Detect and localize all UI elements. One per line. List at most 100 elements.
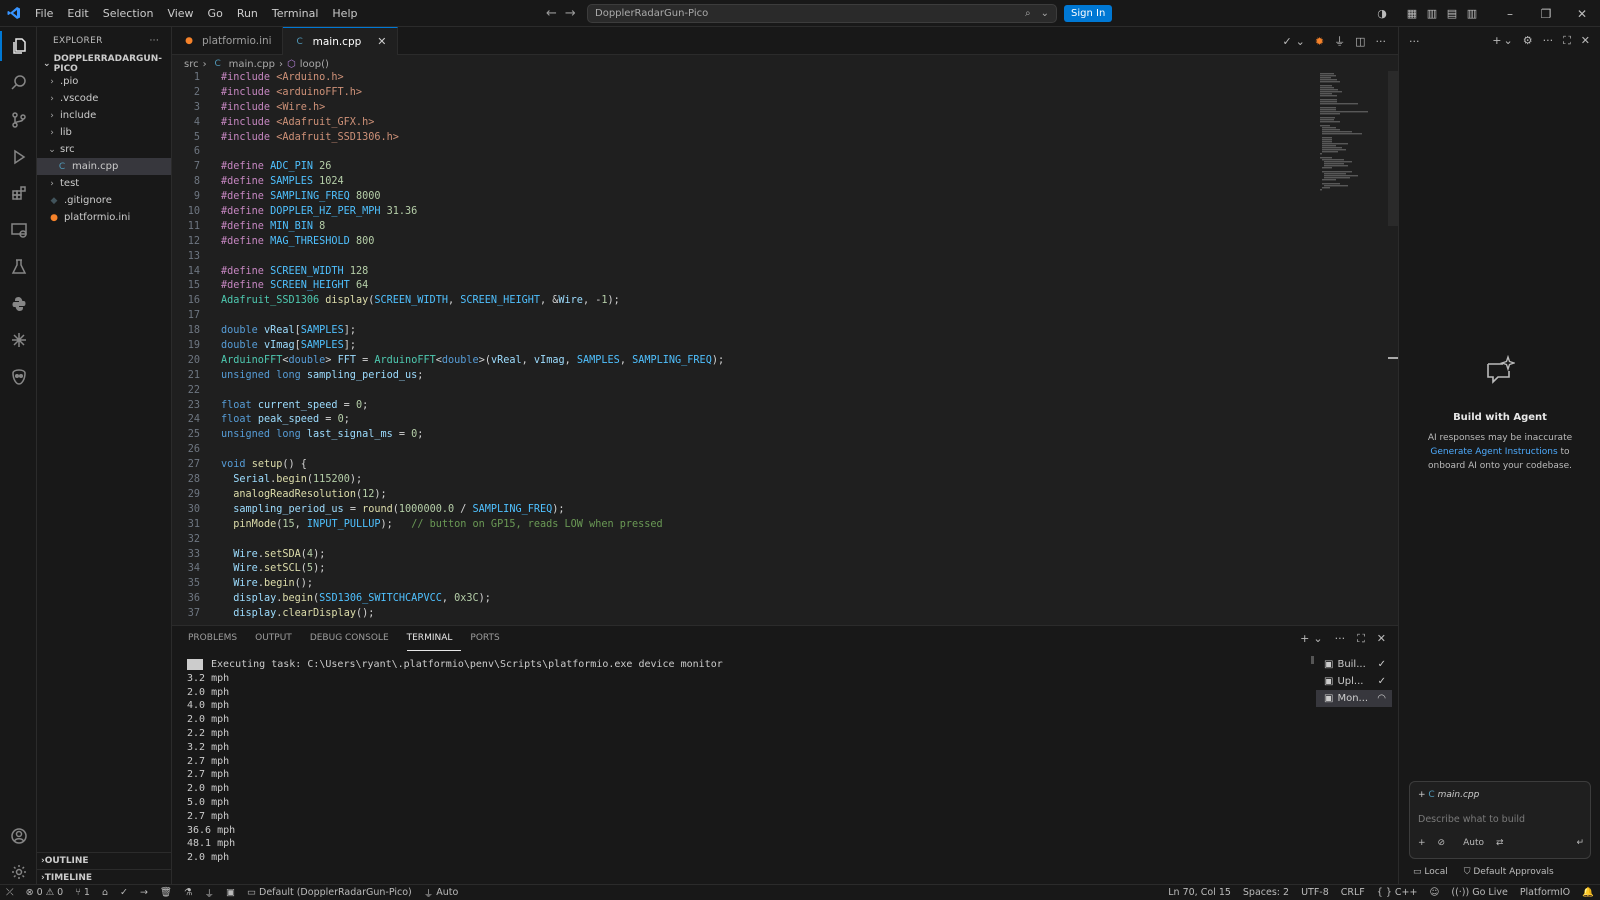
python-icon[interactable] — [0, 289, 37, 319]
platformio-status[interactable]: PlatformIO — [1514, 887, 1576, 898]
test-flask-icon[interactable]: ⚗ — [178, 887, 199, 898]
tree-item-pio[interactable]: › .pio — [37, 73, 171, 90]
new-terminal-icon[interactable]: + — [1300, 632, 1309, 645]
menu-run[interactable]: Run — [230, 0, 265, 27]
more-actions-icon[interactable]: ··· — [1376, 35, 1387, 48]
platformio-build-icon[interactable]: ✹ — [1315, 35, 1324, 48]
menu-go[interactable]: Go — [201, 0, 230, 27]
env-selector[interactable]: ▭ Default (DopplerRadarGun-Pico) — [241, 887, 418, 898]
terminal-tab[interactable]: ▣ Mon... ◠ — [1316, 690, 1392, 707]
remote-explorer-icon[interactable] — [0, 215, 37, 245]
more-actions-icon[interactable]: ··· — [1409, 35, 1420, 48]
tree-item-platformio-ini[interactable]: ● platformio.ini — [37, 209, 171, 226]
terminal-icon[interactable]: ▣ — [220, 887, 241, 898]
chevron-down-icon[interactable]: ⌄ — [1503, 34, 1512, 48]
chat-input-box[interactable]: + C main.cpp Describe what to build + ⊘ … — [1409, 781, 1591, 859]
tree-item-include[interactable]: › include — [37, 107, 171, 124]
menu-selection[interactable]: Selection — [96, 0, 161, 27]
back-arrow-icon[interactable]: ← — [546, 6, 557, 21]
explorer-icon[interactable] — [0, 31, 37, 61]
layout-icon[interactable]: ▦ — [1402, 7, 1422, 20]
copilot-sparkle-icon[interactable] — [0, 325, 37, 355]
home-icon[interactable]: ⌂ — [96, 887, 114, 898]
copilot-status-icon[interactable]: ☺ — [1423, 887, 1445, 898]
workspace-root[interactable]: ⌄ DOPPLERRADARGUN-PICO — [37, 54, 171, 74]
panel-tab-terminal[interactable]: TERMINAL — [406, 626, 462, 651]
ports-status[interactable]: ⑂ 1 — [69, 887, 96, 898]
terminal-output[interactable]: Executing task: C:\Users\ryant\.platform… — [187, 658, 1287, 883]
options-icon[interactable]: ⇄ — [1496, 838, 1504, 848]
chevron-down-icon[interactable]: ⌄ — [1296, 35, 1305, 48]
platformio-alien-icon[interactable] — [0, 362, 37, 392]
tab-main-cpp[interactable]: C main.cpp ✕ — [282, 27, 398, 55]
panel-tab-ports[interactable]: PORTS — [470, 626, 508, 651]
code-editor[interactable]: 1 #include <Arduino.h> 2 #include <arduinoF… — [172, 71, 1322, 622]
local-toggle[interactable]: ▭ Local — [1413, 867, 1448, 877]
tree-item-src[interactable]: ⌄ src — [37, 141, 171, 158]
run-debug-icon[interactable] — [0, 142, 37, 172]
upload-arrow-icon[interactable]: → — [134, 887, 154, 898]
close-icon[interactable]: ✕ — [1581, 34, 1590, 48]
editor-scrollbar[interactable] — [1388, 71, 1398, 226]
line-ending[interactable]: CRLF — [1335, 887, 1371, 898]
cursor-position[interactable]: Ln 70, Col 15 — [1162, 887, 1237, 898]
chat-icon[interactable]: ⌕ — [1025, 8, 1031, 19]
chevron-down-icon[interactable]: ⌄ — [1313, 632, 1322, 645]
restore-icon[interactable]: ❐ — [1528, 7, 1564, 21]
close-panel-icon[interactable]: ✕ — [1377, 632, 1386, 645]
split-editor-icon[interactable]: ◫ — [1355, 35, 1365, 48]
chevron-down-icon[interactable]: ⌄ — [1041, 8, 1049, 19]
indentation[interactable]: Spaces: 2 — [1237, 887, 1295, 898]
settings-gear-icon[interactable] — [0, 857, 37, 887]
toggle-secondary-sidebar-icon[interactable]: ▥ — [1462, 7, 1482, 20]
menu-file[interactable]: File — [28, 0, 60, 27]
maximize-panel-icon[interactable]: ⛶ — [1357, 632, 1365, 646]
panel-tab-debug-console[interactable]: DEBUG CONSOLE — [310, 626, 398, 651]
plug-icon[interactable]: ⏚ — [1334, 33, 1345, 49]
remote-icon[interactable]: ⤫ — [0, 887, 20, 898]
close-window-icon[interactable]: ✕ — [1564, 7, 1600, 21]
breadcrumb-file[interactable]: main.cpp — [229, 59, 275, 70]
source-control-icon[interactable] — [0, 105, 37, 135]
account-icon[interactable] — [0, 821, 37, 851]
breadcrumb-symbol[interactable]: loop() — [300, 59, 329, 70]
auto-port-selector[interactable]: ⏚ Auto — [418, 886, 465, 900]
menu-terminal[interactable]: Terminal — [265, 0, 326, 27]
accounts-half-circle-icon[interactable]: ◑ — [1372, 7, 1392, 20]
close-tab-icon[interactable]: ✕ — [377, 35, 386, 48]
minimap[interactable] — [1316, 71, 1388, 201]
testing-flask-icon[interactable] — [0, 252, 37, 282]
more-actions-icon[interactable]: ··· — [150, 36, 171, 46]
menu-view[interactable]: View — [160, 0, 200, 27]
send-icon[interactable]: ↵ — [1576, 838, 1584, 848]
tree-item-lib[interactable]: › lib — [37, 124, 171, 141]
notifications-bell-icon[interactable]: 🔔 — [1576, 887, 1600, 898]
forward-arrow-icon[interactable]: → — [565, 6, 576, 21]
context-chip[interactable]: + C main.cpp — [1418, 790, 1479, 800]
mode-picker[interactable]: Auto — [1463, 838, 1484, 848]
panel-tab-output[interactable]: OUTPUT — [255, 626, 301, 651]
minimize-icon[interactable]: – — [1492, 7, 1528, 21]
encoding[interactable]: UTF-8 — [1295, 887, 1335, 898]
settings-gear-icon[interactable]: ⚙ — [1523, 34, 1533, 48]
serial-plug-icon[interactable]: ⏚ — [199, 886, 221, 900]
check-icon[interactable]: ✓ — [1282, 35, 1291, 48]
build-check-icon[interactable]: ✓ — [114, 887, 134, 898]
more-actions-icon[interactable]: ··· — [1335, 632, 1346, 645]
menu-help[interactable]: Help — [325, 0, 364, 27]
sign-in-button[interactable]: Sign In — [1064, 5, 1113, 22]
new-chat-icon[interactable]: + — [1492, 34, 1501, 48]
toggle-sidebar-icon[interactable]: ▥ — [1422, 7, 1442, 20]
menu-edit[interactable]: Edit — [60, 0, 95, 27]
problems-status[interactable]: ⊗ 0 ⚠ 0 — [20, 887, 70, 898]
tab-platformio-ini[interactable]: ● platformio.ini — [172, 27, 283, 55]
terminal-tab[interactable]: ▣ Upl... ✓ — [1316, 673, 1392, 690]
terminal-scrollbar[interactable] — [1311, 656, 1314, 876]
breadcrumb-folder[interactable]: src — [184, 59, 199, 70]
tools-icon[interactable]: ⊘ — [1438, 838, 1446, 848]
maximize-icon[interactable]: ⛶ — [1563, 34, 1571, 48]
command-center[interactable]: DopplerRadarGun-Pico ⌕ ⌄ — [587, 4, 1057, 23]
tree-item-test[interactable]: › test — [37, 175, 171, 192]
approvals-toggle[interactable]: ⛉ Default Approvals — [1464, 867, 1554, 877]
generate-instructions-link[interactable]: Generate Agent Instructions — [1430, 447, 1557, 457]
